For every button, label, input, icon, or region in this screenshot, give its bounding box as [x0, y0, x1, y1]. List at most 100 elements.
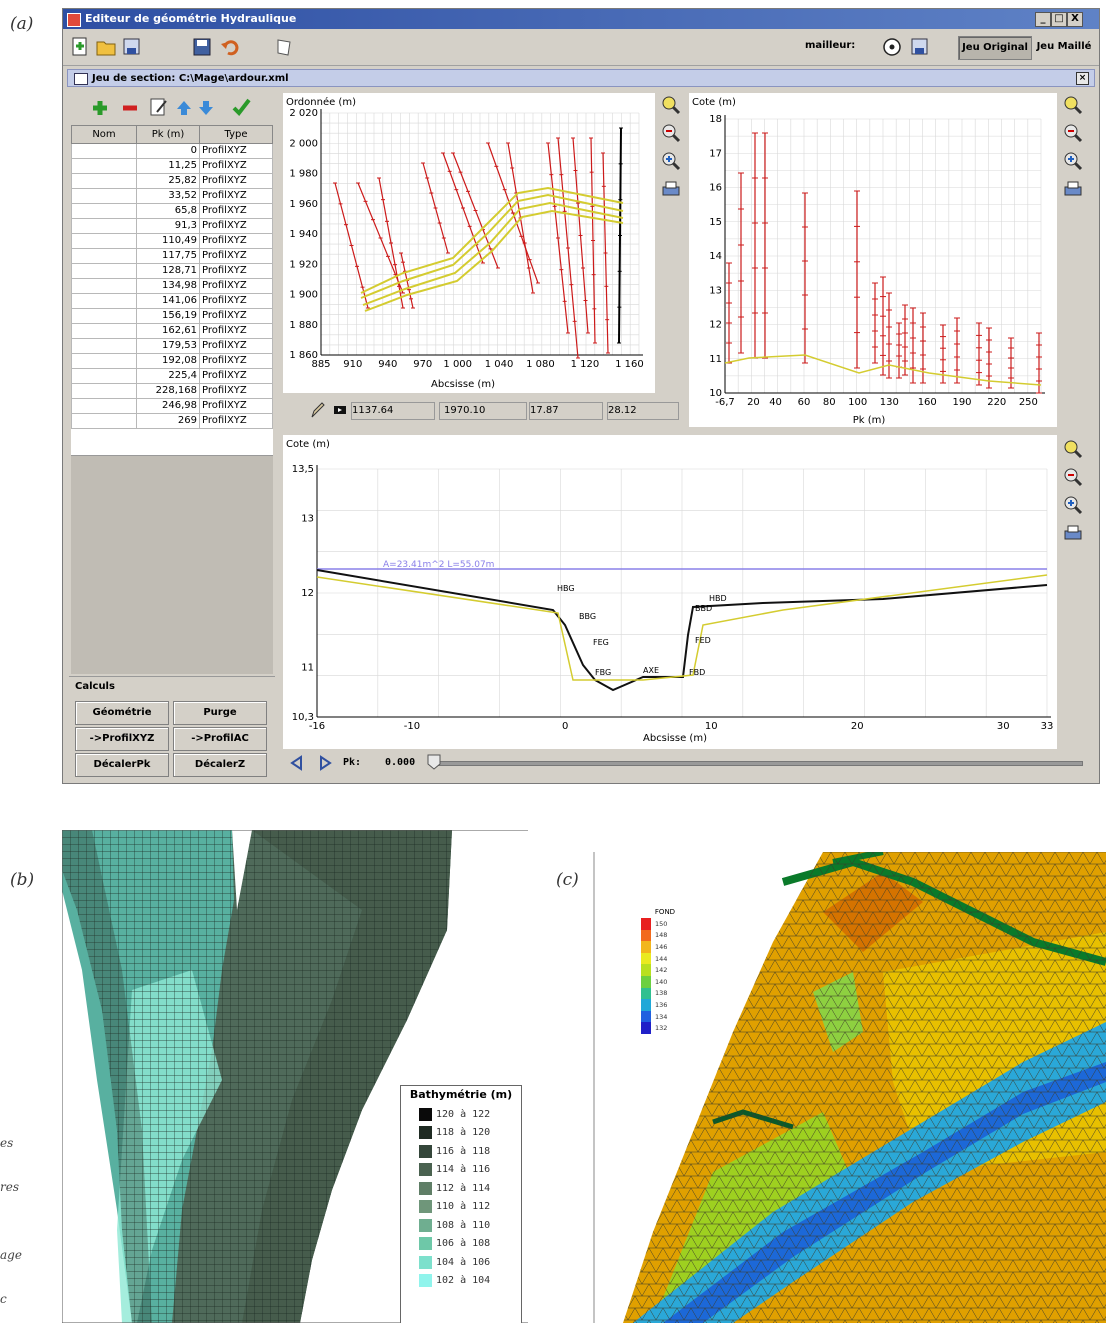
- y-tick-label: 12: [301, 588, 314, 599]
- table-row[interactable]: 25,82 ProfilXYZ: [71, 173, 273, 189]
- geometrie-button[interactable]: Géométrie: [75, 701, 169, 725]
- legend-swatch: [419, 1218, 432, 1232]
- open-folder-icon[interactable]: [95, 36, 117, 58]
- long-xticks: -6,7 20 40 60 80 100 130 160 190 220 250: [715, 397, 1038, 408]
- print-icon[interactable]: [661, 179, 681, 199]
- window-title: Editeur de géométrie Hydraulique: [85, 12, 297, 25]
- cross-section-plot[interactable]: Cote (m) A=23.41m^2 L=55.07m HBG BBG FEG FBG…: [283, 435, 1057, 749]
- next-section-icon[interactable]: [317, 755, 333, 771]
- table-row[interactable]: 134,98 ProfilXYZ: [71, 278, 273, 294]
- table-row[interactable]: 141,06 ProfilXYZ: [71, 293, 273, 309]
- column-header-type[interactable]: Type: [199, 125, 273, 144]
- y-tick-label: 2 020: [289, 108, 318, 119]
- x-tick-label: 1 160: [615, 359, 644, 370]
- section-list-pane: Nom Pk (m) Type 0 ProfilXYZ 11,25 ProfilXYZ…: [69, 91, 275, 781]
- zoom-out-icon[interactable]: [1063, 123, 1083, 143]
- decaler-z-button[interactable]: DécalerZ: [173, 753, 267, 777]
- column-header-pk[interactable]: Pk (m): [136, 125, 200, 144]
- legend-swatch: [641, 952, 651, 965]
- move-up-icon[interactable]: [175, 99, 193, 117]
- x-tick-label: 130: [880, 397, 899, 408]
- table-row[interactable]: 246,98 ProfilXYZ: [71, 398, 273, 414]
- import-icon[interactable]: [121, 36, 143, 58]
- legend-label: 112 à 114: [436, 1182, 491, 1194]
- table-row[interactable]: 91,3 ProfilXYZ: [71, 218, 273, 234]
- table-row[interactable]: 65,8 ProfilXYZ: [71, 203, 273, 219]
- save-icon[interactable]: [191, 36, 213, 58]
- y-tick-label: 1 880: [289, 320, 318, 331]
- y-tick-label: 1 940: [289, 229, 318, 240]
- fond-legend-item: 136: [641, 999, 689, 1011]
- table-row[interactable]: 192,08 ProfilXYZ: [71, 353, 273, 369]
- bathymetry-legend-entries: 120 à 122 118 à 120 116 à 118 114 à 116 112 …: [401, 1105, 521, 1290]
- table-row[interactable]: 156,19 ProfilXYZ: [71, 308, 273, 324]
- cell-type: ProfilXYZ: [199, 338, 273, 354]
- cell-type: ProfilXYZ: [199, 143, 273, 159]
- zoom-reset-icon[interactable]: [661, 95, 681, 115]
- add-icon[interactable]: [91, 99, 109, 117]
- table-row[interactable]: 110,49 ProfilXYZ: [71, 233, 273, 249]
- table-row[interactable]: 11,25 ProfilXYZ: [71, 158, 273, 174]
- decaler-pk-button[interactable]: DécalerPk: [75, 753, 169, 777]
- table-row[interactable]: 117,75 ProfilXYZ: [71, 248, 273, 264]
- legend-label: 148: [655, 931, 668, 940]
- cell-type: ProfilXYZ: [199, 248, 273, 264]
- zoom-out-icon[interactable]: [1063, 467, 1083, 487]
- zoom-in-icon[interactable]: [661, 151, 681, 171]
- to-profilac-button[interactable]: ->ProfilAC: [173, 727, 267, 751]
- purge-button[interactable]: Purge: [173, 701, 267, 725]
- close-section-icon[interactable]: ×: [1076, 72, 1089, 85]
- minimize-button[interactable]: _: [1035, 12, 1051, 27]
- column-header-nom[interactable]: Nom: [71, 125, 137, 144]
- plan-view-plot[interactable]: Ordonnée (m) 2 020 2 000 1 980 1 960 1 940 1 …: [283, 93, 655, 393]
- new-file-icon[interactable]: [69, 36, 91, 58]
- tab-jeu-original[interactable]: Jeu Original: [958, 36, 1032, 60]
- zoom-reset-icon[interactable]: [1063, 439, 1083, 459]
- calculs-panel: Calculs Géométrie Purge ->ProfilXYZ ->Pr…: [69, 676, 275, 782]
- cell-type: ProfilXYZ: [199, 413, 273, 429]
- table-row[interactable]: 33,52 ProfilXYZ: [71, 188, 273, 204]
- mesh-export-icon[interactable]: [909, 36, 931, 58]
- table-row[interactable]: 179,53 ProfilXYZ: [71, 338, 273, 354]
- validate-check-icon[interactable]: [231, 97, 251, 117]
- pk-slider-thumb[interactable]: [427, 754, 441, 770]
- table-row[interactable]: 228,168 ProfilXYZ: [71, 383, 273, 399]
- print-icon[interactable]: [1063, 179, 1083, 199]
- eraser-icon[interactable]: [273, 36, 295, 58]
- zoom-in-icon[interactable]: [1063, 151, 1083, 171]
- y-tick-label: 17: [709, 148, 722, 159]
- edit-icon[interactable]: [149, 96, 169, 118]
- y-tick-label: 16: [709, 183, 722, 194]
- legend-label: 140: [655, 977, 668, 986]
- table-row[interactable]: 0 ProfilXYZ: [71, 143, 273, 159]
- close-button[interactable]: X: [1067, 12, 1083, 27]
- cell-pk: 162,61: [136, 323, 200, 339]
- move-down-icon[interactable]: [197, 99, 215, 117]
- section-point-label: BBD: [695, 604, 712, 613]
- pen-tool-icon[interactable]: [309, 401, 325, 419]
- previous-section-icon[interactable]: [289, 755, 305, 771]
- table-row[interactable]: 269 ProfilXYZ: [71, 413, 273, 429]
- table-row[interactable]: 162,61 ProfilXYZ: [71, 323, 273, 339]
- table-row[interactable]: 225,4 ProfilXYZ: [71, 368, 273, 384]
- cell-pk: 25,82: [136, 173, 200, 189]
- cell-type: ProfilXYZ: [199, 353, 273, 369]
- fond-legend-item: 150: [641, 918, 689, 930]
- cell-type: ProfilXYZ: [199, 398, 273, 414]
- remove-icon[interactable]: [121, 99, 139, 117]
- longitudinal-plot[interactable]: Cote (m) 18 17 16 15 14 13 12 11 10 -6,7 20 40 60 80…: [689, 93, 1057, 427]
- table-row[interactable]: 128,71 ProfilXYZ: [71, 263, 273, 279]
- target-icon[interactable]: [881, 36, 903, 58]
- cell-type: ProfilXYZ: [199, 233, 273, 249]
- pk-slider-track[interactable]: [433, 761, 1083, 766]
- zoom-out-icon[interactable]: [661, 123, 681, 143]
- zoom-in-icon[interactable]: [1063, 495, 1083, 515]
- zoom-reset-icon[interactable]: [1063, 95, 1083, 115]
- fond-legend-item: 144: [641, 952, 689, 965]
- maximize-button[interactable]: □: [1051, 12, 1067, 27]
- undo-icon[interactable]: [219, 36, 241, 58]
- plan-xlabel: Abcsisse (m): [431, 379, 495, 390]
- to-profilxyz-button[interactable]: ->ProfilXYZ: [75, 727, 169, 751]
- tab-jeu-maille[interactable]: Jeu Maillé: [1033, 36, 1095, 58]
- print-icon[interactable]: [1063, 523, 1083, 543]
